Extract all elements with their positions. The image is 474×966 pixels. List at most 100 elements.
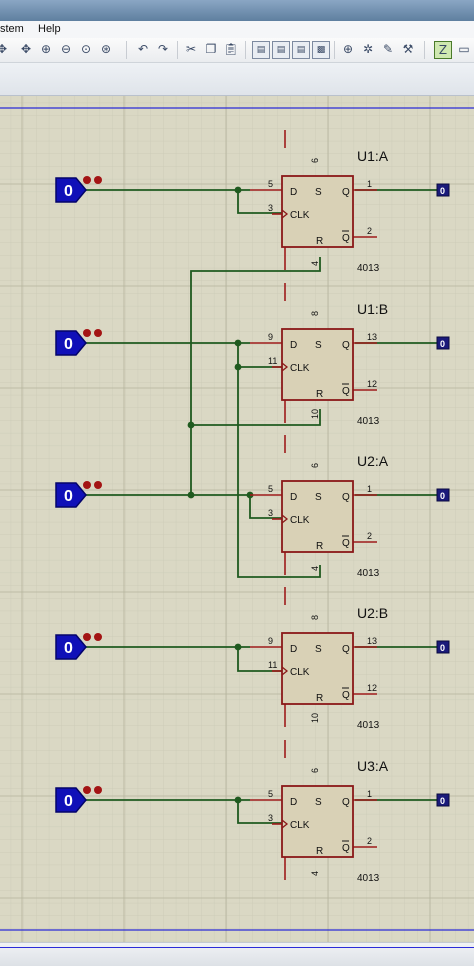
logic-probe[interactable]: 0 bbox=[436, 793, 450, 807]
pin-number-q: 1 bbox=[367, 484, 372, 494]
component-name: U2:B bbox=[357, 605, 388, 621]
pin-label-r: R bbox=[316, 541, 323, 552]
zoom-in-icon[interactable]: ⊕ bbox=[38, 41, 54, 57]
pin-number-q: 13 bbox=[367, 636, 377, 646]
wire-tool-icon[interactable]: ▭ bbox=[456, 41, 472, 57]
logic-probe-value: 0 bbox=[440, 796, 445, 806]
pin-number-r: 4 bbox=[310, 566, 320, 571]
sheet-grid bbox=[0, 96, 474, 942]
toolbar-separator bbox=[177, 41, 178, 59]
pin-label-qbar: Q bbox=[342, 386, 350, 397]
pin-number-clk: 11 bbox=[268, 660, 277, 670]
zoom-all-icon[interactable]: ⊙ bbox=[78, 41, 94, 57]
toolbar-separator bbox=[126, 41, 127, 59]
pin-number-r: 4 bbox=[310, 261, 320, 266]
pin-label-clk: CLK bbox=[290, 363, 310, 374]
pin-number-r: 10 bbox=[310, 409, 320, 419]
state-led-icon bbox=[83, 329, 91, 337]
component-name: U2:A bbox=[357, 453, 389, 469]
state-led-icon bbox=[94, 329, 102, 337]
pin-label-q: Q bbox=[342, 340, 350, 351]
toolbar-separator bbox=[424, 41, 425, 59]
pin-label-clk: CLK bbox=[290, 667, 310, 678]
pin-number-d: 5 bbox=[268, 484, 273, 494]
pin-number-qbar: 2 bbox=[367, 836, 372, 846]
menu-system[interactable]: stem bbox=[0, 23, 24, 35]
block-rotate-icon[interactable]: ▤ bbox=[292, 41, 310, 59]
pin-label-q: Q bbox=[342, 644, 350, 655]
pin-label-d: D bbox=[290, 644, 297, 655]
pin-label-d: D bbox=[290, 492, 297, 503]
logic-probe[interactable]: 0 bbox=[436, 640, 450, 654]
menu-bar: stem Help bbox=[0, 21, 474, 39]
pin-number-q: 1 bbox=[367, 789, 372, 799]
state-led-icon bbox=[94, 481, 102, 489]
pin-number-d: 9 bbox=[268, 332, 273, 342]
logic-probe-value: 0 bbox=[440, 643, 445, 653]
part-code: 4013 bbox=[357, 720, 380, 731]
state-led-icon bbox=[83, 786, 91, 794]
part-code: 4013 bbox=[357, 263, 380, 274]
pick-device-icon[interactable]: ⊕ bbox=[340, 41, 356, 57]
state-led-icon bbox=[94, 786, 102, 794]
logic-probe[interactable]: 0 bbox=[436, 488, 450, 502]
paste-icon[interactable]: 📋︎ bbox=[223, 41, 239, 57]
zoom-area-icon[interactable]: ⊛ bbox=[98, 41, 114, 57]
pin-number-qbar: 12 bbox=[367, 683, 377, 693]
state-led-icon bbox=[83, 176, 91, 184]
undo-icon[interactable]: ↶ bbox=[135, 41, 151, 57]
pin-label-q: Q bbox=[342, 187, 350, 198]
status-bar bbox=[0, 942, 474, 966]
component-name: U1:A bbox=[357, 148, 389, 164]
pin-label-s: S bbox=[315, 644, 322, 655]
pin-label-s: S bbox=[315, 492, 322, 503]
pin-label-d: D bbox=[290, 797, 297, 808]
pin-label-r: R bbox=[316, 389, 323, 400]
pin-number-s: 8 bbox=[310, 615, 320, 620]
block-copy-icon[interactable]: ▤ bbox=[252, 41, 270, 59]
toolbar: ✥ ✥ ⊕ ⊖ ⊙ ⊛ ↶ ↷ ✂ ❐ 📋︎ ▤ ▤ ▤ ▩ ⊕ ✲ ✎ ⚒ Z… bbox=[0, 38, 474, 63]
pin-label-qbar: Q bbox=[342, 690, 350, 701]
pin-label-q: Q bbox=[342, 797, 350, 808]
pin-label-qbar: Q bbox=[342, 233, 350, 244]
make-device-icon[interactable]: ✲ bbox=[360, 41, 376, 57]
copy-icon[interactable]: ❐ bbox=[203, 41, 219, 57]
schematic-canvas[interactable]: U1:AD S QCLKR Q531264 4013U1:BD S QCLKR Q911131… bbox=[0, 96, 474, 942]
pin-number-q: 13 bbox=[367, 332, 377, 342]
status-rule bbox=[0, 947, 474, 948]
pin-label-d: D bbox=[290, 187, 297, 198]
pin-number-qbar: 12 bbox=[367, 379, 377, 389]
pin-number-clk: 11 bbox=[268, 356, 277, 366]
package-tool-icon[interactable]: ✎ bbox=[380, 41, 396, 57]
logic-input-value: 0 bbox=[64, 183, 73, 200]
pin-label-qbar: Q bbox=[342, 843, 350, 854]
logic-probe[interactable]: 0 bbox=[436, 183, 450, 197]
menu-help[interactable]: Help bbox=[38, 23, 61, 35]
window-title-bar bbox=[0, 0, 474, 21]
annotate-icon[interactable]: Z bbox=[434, 41, 452, 59]
logic-probe[interactable]: 0 bbox=[436, 336, 450, 350]
decompose-icon[interactable]: ⚒ bbox=[400, 41, 416, 57]
state-led-icon bbox=[83, 481, 91, 489]
block-move-icon[interactable]: ▤ bbox=[272, 41, 290, 59]
pin-label-r: R bbox=[316, 236, 323, 247]
part-code: 4013 bbox=[357, 416, 380, 427]
pin-number-qbar: 2 bbox=[367, 226, 372, 236]
pin-label-s: S bbox=[315, 187, 322, 198]
toolbar-separator bbox=[245, 41, 246, 59]
pin-number-d: 5 bbox=[268, 789, 273, 799]
pin-number-s: 8 bbox=[310, 311, 320, 316]
state-led-icon bbox=[83, 633, 91, 641]
state-led-icon bbox=[94, 176, 102, 184]
pin-number-s: 6 bbox=[310, 768, 320, 773]
move-icon[interactable]: ✥ bbox=[18, 41, 34, 57]
component-name: U1:B bbox=[357, 301, 388, 317]
cut-icon[interactable]: ✂ bbox=[183, 41, 199, 57]
zoom-out-icon[interactable]: ⊖ bbox=[58, 41, 74, 57]
part-code: 4013 bbox=[357, 873, 380, 884]
block-delete-icon[interactable]: ▩ bbox=[312, 41, 330, 59]
redo-icon[interactable]: ↷ bbox=[155, 41, 171, 57]
pin-label-clk: CLK bbox=[290, 820, 310, 831]
move-icon[interactable]: ✥ bbox=[0, 41, 10, 57]
logic-input-value: 0 bbox=[64, 640, 73, 657]
